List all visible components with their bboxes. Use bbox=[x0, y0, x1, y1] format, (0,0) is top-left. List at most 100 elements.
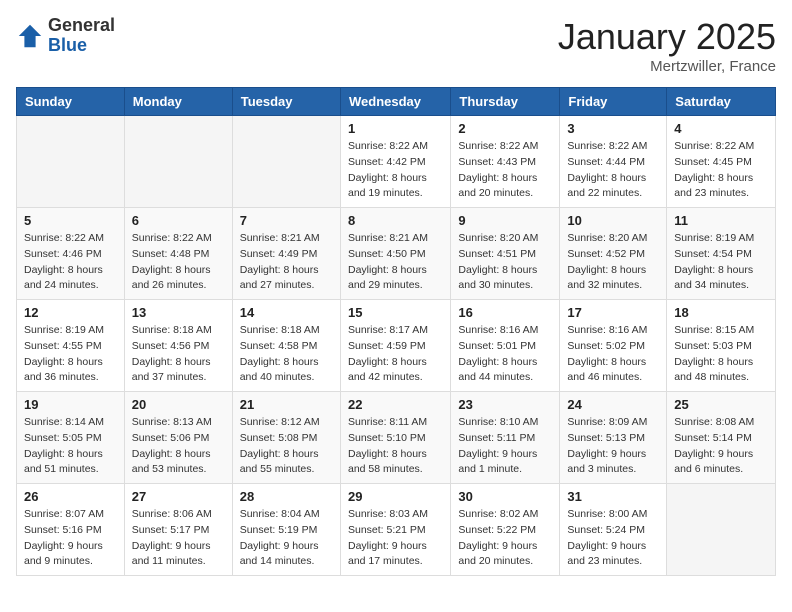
weekday-header-thursday: Thursday bbox=[451, 88, 560, 116]
day-number: 3 bbox=[567, 121, 659, 136]
day-info: Sunrise: 8:20 AM Sunset: 4:51 PM Dayligh… bbox=[458, 231, 552, 294]
day-number: 8 bbox=[348, 213, 443, 228]
day-info: Sunrise: 8:16 AM Sunset: 5:02 PM Dayligh… bbox=[567, 323, 659, 386]
day-number: 14 bbox=[240, 305, 333, 320]
day-number: 28 bbox=[240, 489, 333, 504]
day-info: Sunrise: 8:07 AM Sunset: 5:16 PM Dayligh… bbox=[24, 507, 117, 570]
day-number: 25 bbox=[674, 397, 768, 412]
calendar-cell: 3 Sunrise: 8:22 AM Sunset: 4:44 PM Daylig… bbox=[560, 116, 667, 208]
calendar-cell: 31 Sunrise: 8:00 AM Sunset: 5:24 PM Dayli… bbox=[560, 484, 667, 576]
day-number: 24 bbox=[567, 397, 659, 412]
logo-text: General Blue bbox=[48, 16, 115, 56]
calendar-cell: 9 Sunrise: 8:20 AM Sunset: 4:51 PM Daylig… bbox=[451, 208, 560, 300]
calendar-cell: 26 Sunrise: 8:07 AM Sunset: 5:16 PM Dayli… bbox=[17, 484, 125, 576]
calendar-cell: 30 Sunrise: 8:02 AM Sunset: 5:22 PM Dayli… bbox=[451, 484, 560, 576]
calendar-cell: 17 Sunrise: 8:16 AM Sunset: 5:02 PM Dayli… bbox=[560, 300, 667, 392]
day-number: 13 bbox=[132, 305, 225, 320]
calendar-cell: 23 Sunrise: 8:10 AM Sunset: 5:11 PM Dayli… bbox=[451, 392, 560, 484]
week-row-1: 1 Sunrise: 8:22 AM Sunset: 4:42 PM Daylig… bbox=[17, 116, 776, 208]
day-info: Sunrise: 8:04 AM Sunset: 5:19 PM Dayligh… bbox=[240, 507, 333, 570]
calendar-cell: 25Sunrise: 8:08 AM Sunset: 5:14 PM Dayli… bbox=[667, 392, 776, 484]
calendar-cell: 7 Sunrise: 8:21 AM Sunset: 4:49 PM Daylig… bbox=[232, 208, 340, 300]
calendar-cell: 18Sunrise: 8:15 AM Sunset: 5:03 PM Dayli… bbox=[667, 300, 776, 392]
day-info: Sunrise: 8:18 AM Sunset: 4:56 PM Dayligh… bbox=[132, 323, 225, 386]
day-info: Sunrise: 8:22 AM Sunset: 4:44 PM Dayligh… bbox=[567, 139, 659, 202]
day-info: Sunrise: 8:15 AM Sunset: 5:03 PM Dayligh… bbox=[674, 323, 768, 386]
logo-general-text: General bbox=[48, 16, 115, 36]
day-number: 23 bbox=[458, 397, 552, 412]
day-number: 6 bbox=[132, 213, 225, 228]
day-number: 31 bbox=[567, 489, 659, 504]
calendar-cell bbox=[17, 116, 125, 208]
day-info: Sunrise: 8:19 AM Sunset: 4:55 PM Dayligh… bbox=[24, 323, 117, 386]
day-number: 29 bbox=[348, 489, 443, 504]
weekday-header-friday: Friday bbox=[560, 88, 667, 116]
weekday-header-sunday: Sunday bbox=[17, 88, 125, 116]
calendar-cell: 21 Sunrise: 8:12 AM Sunset: 5:08 PM Dayli… bbox=[232, 392, 340, 484]
weekday-header-wednesday: Wednesday bbox=[340, 88, 450, 116]
day-number: 22 bbox=[348, 397, 443, 412]
day-info: Sunrise: 8:21 AM Sunset: 4:50 PM Dayligh… bbox=[348, 231, 443, 294]
day-number: 17 bbox=[567, 305, 659, 320]
day-info: Sunrise: 8:00 AM Sunset: 5:24 PM Dayligh… bbox=[567, 507, 659, 570]
calendar-cell: 27 Sunrise: 8:06 AM Sunset: 5:17 PM Dayli… bbox=[124, 484, 232, 576]
day-info: Sunrise: 8:13 AM Sunset: 5:06 PM Dayligh… bbox=[132, 415, 225, 478]
day-info: Sunrise: 8:20 AM Sunset: 4:52 PM Dayligh… bbox=[567, 231, 659, 294]
day-info: Sunrise: 8:06 AM Sunset: 5:17 PM Dayligh… bbox=[132, 507, 225, 570]
day-number: 19 bbox=[24, 397, 117, 412]
day-number: 27 bbox=[132, 489, 225, 504]
day-number: 4 bbox=[674, 121, 768, 136]
day-info: Sunrise: 8:22 AM Sunset: 4:43 PM Dayligh… bbox=[458, 139, 552, 202]
day-info: Sunrise: 8:02 AM Sunset: 5:22 PM Dayligh… bbox=[458, 507, 552, 570]
day-info: Sunrise: 8:14 AM Sunset: 5:05 PM Dayligh… bbox=[24, 415, 117, 478]
day-info: Sunrise: 8:21 AM Sunset: 4:49 PM Dayligh… bbox=[240, 231, 333, 294]
calendar-cell: 29 Sunrise: 8:03 AM Sunset: 5:21 PM Dayli… bbox=[340, 484, 450, 576]
calendar-cell bbox=[667, 484, 776, 576]
day-info: Sunrise: 8:22 AM Sunset: 4:45 PM Dayligh… bbox=[674, 139, 768, 202]
day-number: 1 bbox=[348, 121, 443, 136]
day-info: Sunrise: 8:12 AM Sunset: 5:08 PM Dayligh… bbox=[240, 415, 333, 478]
week-row-4: 19 Sunrise: 8:14 AM Sunset: 5:05 PM Dayli… bbox=[17, 392, 776, 484]
day-number: 10 bbox=[567, 213, 659, 228]
day-info: Sunrise: 8:22 AM Sunset: 4:42 PM Dayligh… bbox=[348, 139, 443, 202]
calendar-cell: 22 Sunrise: 8:11 AM Sunset: 5:10 PM Dayli… bbox=[340, 392, 450, 484]
day-info: Sunrise: 8:22 AM Sunset: 4:48 PM Dayligh… bbox=[132, 231, 225, 294]
day-info: Sunrise: 8:22 AM Sunset: 4:46 PM Dayligh… bbox=[24, 231, 117, 294]
day-number: 2 bbox=[458, 121, 552, 136]
calendar-cell: 15Sunrise: 8:17 AM Sunset: 4:59 PM Dayli… bbox=[340, 300, 450, 392]
day-number: 9 bbox=[458, 213, 552, 228]
day-number: 21 bbox=[240, 397, 333, 412]
day-info: Sunrise: 8:09 AM Sunset: 5:13 PM Dayligh… bbox=[567, 415, 659, 478]
calendar-cell bbox=[124, 116, 232, 208]
calendar-cell: 20Sunrise: 8:13 AM Sunset: 5:06 PM Dayli… bbox=[124, 392, 232, 484]
day-info: Sunrise: 8:10 AM Sunset: 5:11 PM Dayligh… bbox=[458, 415, 552, 478]
calendar-cell: 16 Sunrise: 8:16 AM Sunset: 5:01 PM Dayli… bbox=[451, 300, 560, 392]
calendar-cell: 8 Sunrise: 8:21 AM Sunset: 4:50 PM Daylig… bbox=[340, 208, 450, 300]
day-number: 26 bbox=[24, 489, 117, 504]
calendar-cell: 28 Sunrise: 8:04 AM Sunset: 5:19 PM Dayli… bbox=[232, 484, 340, 576]
week-row-2: 5Sunrise: 8:22 AM Sunset: 4:46 PM Daylig… bbox=[17, 208, 776, 300]
day-number: 30 bbox=[458, 489, 552, 504]
weekday-header-saturday: Saturday bbox=[667, 88, 776, 116]
weekday-header-tuesday: Tuesday bbox=[232, 88, 340, 116]
day-info: Sunrise: 8:16 AM Sunset: 5:01 PM Dayligh… bbox=[458, 323, 552, 386]
logo-blue-text: Blue bbox=[48, 36, 115, 56]
calendar-cell: 12Sunrise: 8:19 AM Sunset: 4:55 PM Dayli… bbox=[17, 300, 125, 392]
page-header: General Blue January 2025 Mertzwiller, F… bbox=[16, 16, 776, 75]
day-info: Sunrise: 8:11 AM Sunset: 5:10 PM Dayligh… bbox=[348, 415, 443, 478]
calendar-cell: 5Sunrise: 8:22 AM Sunset: 4:46 PM Daylig… bbox=[17, 208, 125, 300]
calendar-table: SundayMondayTuesdayWednesdayThursdayFrid… bbox=[16, 87, 776, 576]
weekday-header-monday: Monday bbox=[124, 88, 232, 116]
calendar-cell: 10 Sunrise: 8:20 AM Sunset: 4:52 PM Dayli… bbox=[560, 208, 667, 300]
title-block: January 2025 Mertzwiller, France bbox=[558, 16, 776, 75]
day-info: Sunrise: 8:17 AM Sunset: 4:59 PM Dayligh… bbox=[348, 323, 443, 386]
day-info: Sunrise: 8:03 AM Sunset: 5:21 PM Dayligh… bbox=[348, 507, 443, 570]
calendar-cell: 24 Sunrise: 8:09 AM Sunset: 5:13 PM Dayli… bbox=[560, 392, 667, 484]
day-info: Sunrise: 8:19 AM Sunset: 4:54 PM Dayligh… bbox=[674, 231, 768, 294]
day-number: 7 bbox=[240, 213, 333, 228]
week-row-3: 12Sunrise: 8:19 AM Sunset: 4:55 PM Dayli… bbox=[17, 300, 776, 392]
day-number: 16 bbox=[458, 305, 552, 320]
logo-icon bbox=[16, 22, 44, 50]
weekday-header-row: SundayMondayTuesdayWednesdayThursdayFrid… bbox=[17, 88, 776, 116]
day-number: 11 bbox=[674, 213, 768, 228]
